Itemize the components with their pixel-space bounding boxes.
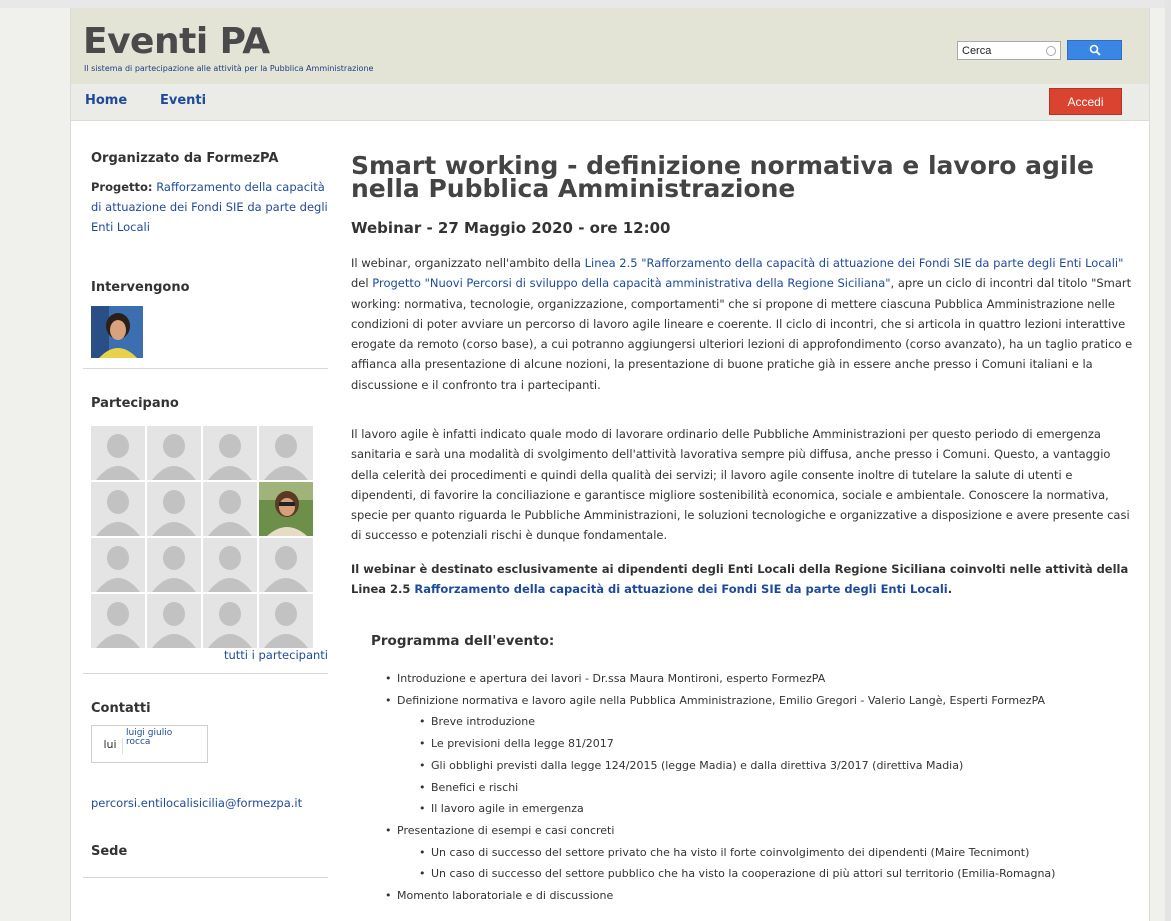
project-info: Progetto: Rafforzamento della capacità d…	[91, 177, 329, 237]
participant-avatar[interactable]	[147, 538, 201, 592]
participant-avatar[interactable]	[259, 538, 313, 592]
participant-avatar[interactable]	[147, 482, 201, 536]
program-item: • Definizione normativa e lavoro agile ne…	[385, 694, 1045, 707]
participant-avatar[interactable]	[259, 426, 313, 480]
speakers-heading: Intervengono	[91, 280, 190, 295]
bullet-icon: •	[385, 672, 392, 685]
participant-photo[interactable]	[259, 482, 313, 536]
page-container: Eventi PA Il sistema di partecipazione a…	[70, 8, 1150, 921]
site-title[interactable]: Eventi PA	[83, 22, 270, 62]
venue-heading: Sede	[91, 844, 128, 859]
intro-paragraph: Il webinar, organizzato nell'ambito dell…	[351, 253, 1141, 395]
participant-avatar[interactable]	[147, 594, 201, 648]
program-item-text: Benefici e rischi	[431, 780, 519, 794]
program-subitem: • Un caso di successo del settore privato…	[419, 846, 1029, 859]
divider	[83, 673, 328, 674]
contact-card[interactable]: lui luigi giulio rocca	[91, 725, 208, 763]
participant-avatar[interactable]	[91, 594, 145, 648]
contacts-heading: Contatti	[91, 701, 151, 716]
divider	[83, 368, 328, 369]
event-date: Webinar - 27 Maggio 2020 - ore 12:00	[351, 219, 671, 237]
program-subitem: • Breve introduzione	[419, 715, 535, 728]
program-item-text: Le previsioni della legge 81/2017	[431, 737, 614, 751]
participant-avatar[interactable]	[203, 482, 257, 536]
site-header: Eventi PA Il sistema di partecipazione a…	[71, 8, 1149, 84]
participant-avatar[interactable]	[91, 426, 145, 480]
browser-top-strip	[0, 0, 1171, 8]
program-item-text: Definizione normativa e lavoro agile nel…	[397, 693, 1046, 707]
divider	[83, 877, 328, 878]
program-subitem: • Un caso di successo del settore pubblic…	[419, 867, 1055, 880]
nav-home[interactable]: Home	[85, 93, 127, 108]
participant-avatar[interactable]	[203, 426, 257, 480]
p1-text-b: del	[351, 276, 373, 291]
bullet-icon: •	[419, 802, 426, 816]
contact-name[interactable]: luigi giulio rocca	[126, 729, 186, 747]
linea-link[interactable]: Linea 2.5 "Rafforzamento della capacità …	[585, 256, 1124, 270]
program-item: • Presentazione di esempi e casi concreti	[385, 824, 614, 837]
speaker-photo	[91, 306, 143, 358]
project-label: Progetto:	[91, 180, 153, 194]
search-input-value: Cerca	[962, 45, 992, 57]
second-paragraph: Il lavoro agile è infatti indicato quale…	[351, 427, 1130, 543]
p1-text-a: Il webinar, organizzato nell'ambito dell…	[351, 256, 585, 270]
program-item-text: Breve introduzione	[431, 715, 535, 729]
program-item-text: Presentazione di esempi e casi concreti	[397, 823, 615, 837]
program-item-text: Momento laboratoriale e di discussione	[397, 889, 614, 902]
search-input[interactable]: Cerca	[957, 41, 1061, 60]
bullet-icon: •	[419, 845, 426, 859]
bullet-icon: •	[419, 758, 426, 772]
program-item-text: Un caso di successo del settore privato …	[431, 845, 1030, 859]
program-subitem: • Gli obblighi previsti dalla legge 124/2…	[419, 759, 963, 772]
contact-email[interactable]: percorsi.entilocalisicilia@formezpa.it	[91, 793, 302, 813]
participant-avatar[interactable]	[259, 594, 313, 648]
participant-avatar[interactable]	[91, 482, 145, 536]
bullet-icon: •	[419, 867, 426, 881]
program-item-text: Gli obblighi previsti dalla legge 124/20…	[431, 758, 964, 772]
bullet-icon: •	[419, 737, 426, 751]
participant-avatar[interactable]	[91, 538, 145, 592]
login-button[interactable]: Accedi	[1049, 88, 1122, 115]
p1-text-c: , apre un ciclo di incontri dal titolo "…	[351, 276, 1133, 392]
participant-avatar[interactable]	[203, 594, 257, 648]
program-heading: Programma dell'evento:	[371, 633, 555, 649]
bullet-icon: •	[419, 780, 426, 794]
program-subitem: • Le previsioni della legge 81/2017	[419, 737, 614, 750]
program-item-text: Il lavoro agile in emergenza	[431, 802, 584, 816]
contact-email-text: percorsi.entilocalisicilia@formezpa.it	[91, 796, 303, 810]
program-subitem: • Il lavoro agile in emergenza	[419, 802, 584, 815]
participant-avatar[interactable]	[203, 538, 257, 592]
speaker-avatar[interactable]	[91, 306, 143, 358]
organizer-heading: Organizzato da FormezPA	[91, 151, 279, 166]
participant-avatar[interactable]	[147, 426, 201, 480]
program-item-text: Un caso di successo del settore pubblico…	[431, 867, 1056, 881]
program-subitem: • Benefici e rischi	[419, 781, 518, 794]
all-participants-link[interactable]: tutti i partecipanti	[183, 645, 328, 665]
bullet-icon: •	[385, 823, 392, 837]
search-button[interactable]	[1067, 40, 1122, 60]
participants-heading: Partecipano	[91, 396, 179, 411]
search-icon	[1089, 44, 1101, 56]
event-title: Smart working - definizione normativa e …	[351, 151, 1094, 203]
bullet-icon: •	[385, 889, 392, 902]
bullet-icon: •	[419, 715, 426, 729]
program-item: • Introduzione e apertura dei lavori - Dr…	[385, 672, 825, 685]
audience-paragraph: Il webinar è destinato esclusivamente ai…	[351, 559, 1141, 600]
p3-text-b: .	[947, 582, 953, 597]
clear-icon[interactable]	[1046, 46, 1056, 56]
fondi-sie-link[interactable]: Rafforzamento della capacità di attuazio…	[414, 582, 947, 596]
contact-role: lui	[98, 738, 123, 754]
program-item-text: Introduzione e apertura dei lavori - Dr.…	[397, 672, 826, 685]
progetto-link[interactable]: Progetto "Nuovi Percorsi di sviluppo del…	[372, 276, 890, 290]
program-item: • Momento laboratoriale e di discussione	[385, 889, 613, 902]
window-scrollbar[interactable]	[1165, 0, 1171, 921]
bullet-icon: •	[385, 693, 392, 707]
nav-eventi[interactable]: Eventi	[160, 93, 206, 108]
site-tagline: Il sistema di partecipazione alle attivi…	[84, 64, 374, 73]
main-nav: Home Eventi	[71, 84, 1149, 121]
all-participants-text: tutti i partecipanti	[223, 648, 328, 662]
